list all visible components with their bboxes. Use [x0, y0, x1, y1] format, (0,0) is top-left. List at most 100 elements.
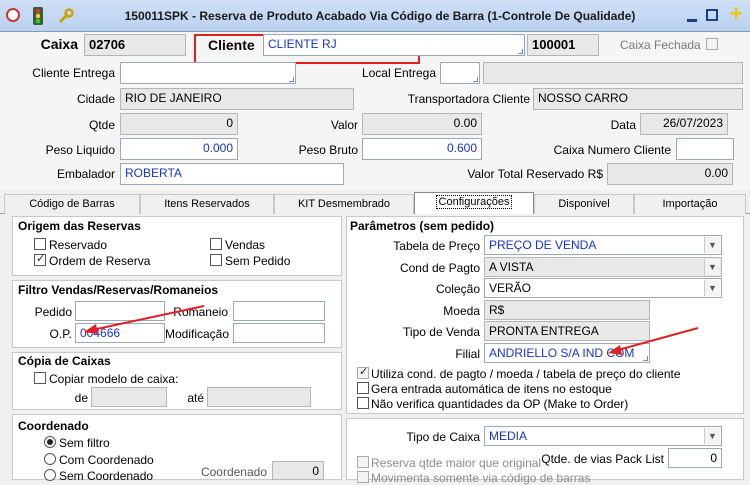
com-coordenado-radio[interactable] — [44, 453, 56, 465]
valor-total-label: Valor Total Reservado R$ — [467, 167, 603, 181]
annotation-arrow-op — [80, 300, 210, 340]
reservado-label: Reservado — [49, 238, 108, 252]
add-icon[interactable]: + — [726, 3, 746, 26]
modificacao-field[interactable] — [233, 323, 325, 343]
vias-pack-list-label: Qtde. de vias Pack List — [541, 452, 664, 466]
sem-coordenado-radio[interactable] — [44, 469, 56, 481]
tabela-preco-label: Tabela de Preço — [393, 239, 480, 253]
local-entrega-field[interactable] — [440, 62, 480, 84]
cliente-value: CLIENTE RJ — [268, 37, 337, 51]
cliente-code-field[interactable]: 100001 — [527, 34, 599, 56]
gera-entrada-checkbox[interactable] — [357, 382, 369, 394]
cond-pagto-label: Cond de Pagto — [399, 261, 480, 275]
cidade-label: Cidade — [76, 92, 115, 106]
chevron-down-icon[interactable]: ▼ — [704, 280, 720, 296]
ordem-reserva-label: Ordem de Reserva — [49, 254, 151, 268]
moeda-field: R$ — [484, 300, 650, 320]
caixa-numero-cliente-field[interactable] — [676, 138, 734, 160]
sem-pedido-checkbox[interactable] — [210, 254, 222, 266]
data-field: 26/07/2023 — [640, 113, 728, 135]
colecao-label: Coleção — [435, 282, 480, 296]
tab-configuracoes[interactable]: Configurações — [414, 192, 534, 215]
valor-label: Valor — [330, 118, 358, 132]
reserva-qtde-label: Reserva qtde maior que original — [371, 456, 542, 470]
caixa-field[interactable]: 02706 — [84, 34, 186, 56]
minimize-icon[interactable] — [686, 9, 698, 23]
transportadora-label: Transportadora Cliente — [407, 92, 530, 106]
movimenta-checkbox[interactable] — [357, 471, 369, 483]
com-coordenado-label: Com Coordenado — [59, 453, 154, 467]
caixa-fechada-checkbox[interactable] — [706, 38, 718, 50]
filial-label: Filial — [455, 347, 480, 361]
moeda-label: Moeda — [443, 304, 480, 318]
sem-filtro-label: Sem filtro — [59, 436, 110, 450]
gera-entrada-label: Gera entrada automática de itens no esto… — [371, 382, 612, 396]
utiliza-cond-checkbox[interactable] — [357, 365, 369, 379]
copiar-modelo-checkbox[interactable] — [34, 372, 46, 384]
ate-field[interactable] — [207, 387, 311, 407]
filtro-title: Filtro Vendas/Reservas/Romaneios — [18, 283, 219, 297]
sem-filtro-radio[interactable] — [44, 436, 56, 448]
cidade-field: RIO DE JANEIRO — [120, 88, 354, 110]
movimenta-label: Movimenta somente via código de barras — [371, 471, 591, 485]
caixa-fechada-label: Caixa Fechada — [620, 38, 701, 52]
stop-icon[interactable] — [6, 8, 20, 22]
chevron-down-icon[interactable]: ▼ — [704, 237, 720, 253]
ordem-reserva-checkbox[interactable] — [34, 252, 46, 266]
de-field[interactable] — [91, 387, 167, 407]
vendas-checkbox[interactable] — [210, 238, 222, 250]
window-title: 150011SPK - Reserva de Produto Acabado V… — [124, 9, 636, 23]
copia-title: Cópia de Caixas — [18, 354, 111, 368]
cliente-label: Cliente — [208, 37, 255, 53]
romaneio-field[interactable] — [233, 301, 325, 321]
qtde-label: Qtde — [88, 118, 115, 132]
copiar-modelo-label: Copiar modelo de caixa: — [49, 372, 179, 386]
nao-verifica-checkbox[interactable] — [357, 397, 369, 409]
tab-disponivel[interactable]: Disponível — [534, 194, 634, 214]
colecao-select[interactable]: VERÃO ▼ — [484, 278, 722, 298]
caixa-numero-cliente-label: Caixa Numero Cliente — [553, 143, 671, 157]
valor-total-field: 0.00 — [607, 163, 733, 185]
cliente-entrega-field[interactable] — [120, 62, 296, 84]
coordenado-title: Coordenado — [18, 419, 89, 433]
embalador-label: Embalador — [56, 167, 115, 181]
ate-label: até — [187, 391, 204, 405]
parametros-title: Parâmetros (sem pedido) — [350, 219, 495, 233]
utiliza-cond-label: Utiliza cond. de pagto / moeda / tabela … — [371, 367, 681, 381]
cliente-field[interactable]: CLIENTE RJ — [263, 34, 525, 56]
traffic-light-icon[interactable] — [30, 6, 46, 26]
peso-bruto-label: Peso Bruto — [298, 143, 358, 157]
peso-liquido-label: Peso Liquido — [45, 143, 115, 157]
annotation-arrow-filial — [604, 322, 704, 358]
tipo-venda-label: Tipo de Venda — [403, 325, 480, 339]
valor-field: 0.00 — [362, 113, 482, 135]
tabela-preco-select[interactable]: PREÇO DE VENDA ▼ — [484, 235, 722, 255]
op-label: O.P. — [49, 327, 72, 341]
tab-kit-desmembrado[interactable]: KIT Desmembrado — [274, 194, 414, 214]
qtde-field: 0 — [120, 113, 238, 135]
chevron-down-icon[interactable]: ▼ — [704, 428, 720, 444]
de-label: de — [74, 391, 88, 405]
reservado-checkbox[interactable] — [34, 238, 46, 250]
tab-codigo-barras[interactable]: Código de Barras — [4, 194, 140, 214]
tab-importacao[interactable]: Importação — [634, 194, 746, 214]
sem-coordenado-label: Sem Coordenado — [59, 469, 154, 483]
coordenado-field[interactable]: 0 — [272, 461, 324, 480]
origem-title: Origem das Reservas — [18, 219, 141, 233]
peso-liquido-field[interactable]: 0.000 — [120, 138, 238, 160]
pedido-label: Pedido — [34, 305, 72, 319]
cond-pagto-select[interactable]: A VISTA ▼ — [484, 257, 722, 277]
tab-itens-reservados[interactable]: Itens Reservados — [140, 194, 274, 214]
cliente-entrega-label: Cliente Entrega — [32, 66, 115, 80]
wrench-icon[interactable] — [58, 8, 74, 24]
vias-pack-list-field[interactable]: 0 — [668, 448, 722, 468]
coordenado-label: Coordenado — [200, 465, 267, 479]
reserva-qtde-checkbox[interactable] — [357, 456, 369, 468]
caixa-label: Caixa — [40, 36, 78, 52]
maximize-icon[interactable] — [706, 9, 718, 23]
tipo-caixa-label: Tipo de Caixa — [406, 430, 480, 444]
peso-bruto-field[interactable]: 0.600 — [362, 138, 482, 160]
tipo-caixa-select[interactable]: MEDIA ▼ — [484, 426, 722, 446]
embalador-field[interactable]: ROBERTA — [120, 163, 344, 185]
chevron-down-icon[interactable]: ▼ — [704, 259, 720, 275]
